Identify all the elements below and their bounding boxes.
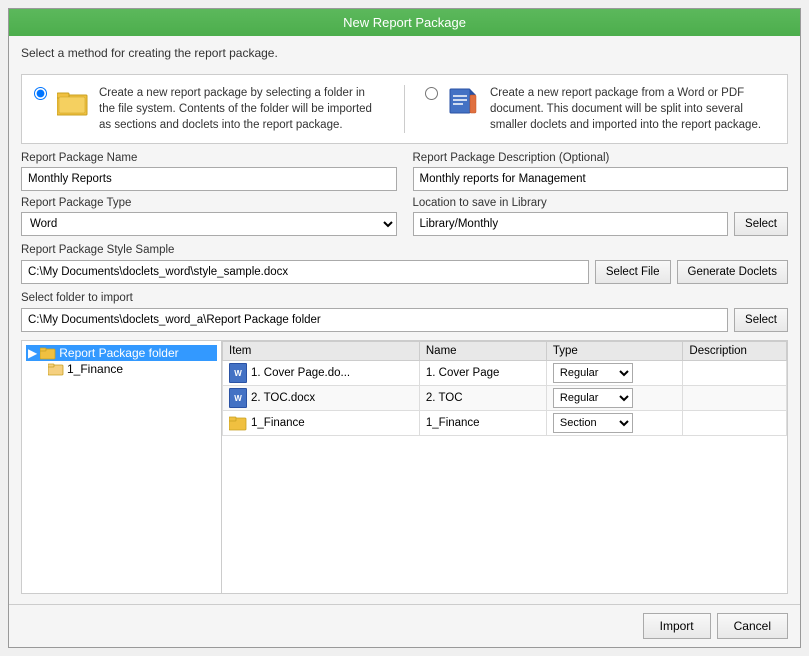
method-folder-text: Create a new report package by selecting… <box>99 85 384 133</box>
method-radio-doc[interactable] <box>425 87 438 100</box>
row2-desc <box>683 386 787 411</box>
name-field-row: Report Package Name <box>21 152 397 191</box>
form-section: Report Package Name Report Package Descr… <box>21 152 788 236</box>
import-button[interactable]: Import <box>643 613 711 639</box>
row2-type-select[interactable]: Regular Section <box>553 388 633 408</box>
desc-field-row: Report Package Description (Optional) <box>413 152 789 191</box>
method-radio-folder[interactable] <box>34 87 47 100</box>
tree-table-section: ▶ Report Package folder 1_Finance <box>21 340 788 594</box>
tree-child-folder-icon <box>48 362 64 376</box>
method-doc-text: Create a new report package from a Word … <box>490 85 775 133</box>
row1-name: 1. Cover Page <box>419 361 546 386</box>
dialog-content: Select a method for creating the report … <box>9 36 800 604</box>
tree-item-finance[interactable]: 1_Finance <box>46 361 217 377</box>
cancel-button[interactable]: Cancel <box>717 613 788 639</box>
items-table: Item Name Type Description W 1. Cover Pa… <box>222 341 787 436</box>
row1-item: W 1. Cover Page.do... <box>223 361 420 386</box>
word-doc-icon2: W <box>229 388 247 408</box>
col-type: Type <box>546 342 683 361</box>
row3-item: 1_Finance <box>223 411 420 436</box>
style-input[interactable] <box>21 260 589 284</box>
type-field-row: Report Package Type Word PDF <box>21 197 397 236</box>
row1-type-select[interactable]: Regular Section <box>553 363 633 383</box>
method-label: Select a method for creating the report … <box>21 46 788 60</box>
row2-item: W 2. TOC.docx <box>223 386 420 411</box>
location-label: Location to save in Library <box>413 197 789 209</box>
tree-child-label: 1_Finance <box>67 362 123 376</box>
location-inline: Select <box>413 212 789 236</box>
row2-name: 2. TOC <box>419 386 546 411</box>
row3-type: Regular Section <box>546 411 683 436</box>
method-divider <box>404 85 405 133</box>
method-option-doc: Create a new report package from a Word … <box>425 85 775 133</box>
folder-input[interactable] <box>21 308 728 332</box>
footer-bar: Import Cancel <box>9 604 800 647</box>
name-input[interactable] <box>21 167 397 191</box>
select-file-button[interactable]: Select File <box>595 260 671 284</box>
desc-label: Report Package Description (Optional) <box>413 152 789 164</box>
type-label: Report Package Type <box>21 197 397 209</box>
row3-name: 1_Finance <box>419 411 546 436</box>
style-label: Report Package Style Sample <box>21 244 788 256</box>
table-row: W 2. TOC.docx 2. TOC Regular Section <box>223 386 787 411</box>
folder-row-icon <box>229 415 247 431</box>
tree-folder-icon <box>40 346 56 360</box>
row3-desc <box>683 411 787 436</box>
location-input[interactable] <box>413 212 729 236</box>
word-doc-icon: W <box>229 363 247 383</box>
folder-label: Select folder to import <box>21 292 788 304</box>
type-select[interactable]: Word PDF <box>21 212 397 236</box>
row3-type-select[interactable]: Regular Section <box>553 413 633 433</box>
tree-root-label: Report Package folder <box>59 346 178 360</box>
dialog: New Report Package Select a method for c… <box>8 8 801 648</box>
table-row: 1_Finance 1_Finance Regular Section <box>223 411 787 436</box>
name-label: Report Package Name <box>21 152 397 164</box>
folder-icon <box>55 85 91 121</box>
table-row: W 1. Cover Page.do... 1. Cover Page Regu… <box>223 361 787 386</box>
location-field-row: Location to save in Library Select <box>413 197 789 236</box>
tree-expand-icon: ▶ <box>28 346 37 360</box>
tree-child-row: 1_Finance <box>26 361 217 377</box>
method-section: Create a new report package by selecting… <box>21 74 788 144</box>
table-pane: Item Name Type Description W 1. Cover Pa… <box>222 341 787 593</box>
tree-root[interactable]: ▶ Report Package folder <box>26 345 217 361</box>
tree-pane: ▶ Report Package folder 1_Finance <box>22 341 222 593</box>
style-section: Report Package Style Sample Select File … <box>21 244 788 284</box>
folder-section: Select folder to import Select <box>21 292 788 332</box>
desc-input[interactable] <box>413 167 789 191</box>
col-description: Description <box>683 342 787 361</box>
doc-icon <box>446 85 482 121</box>
folder-row: Select <box>21 308 788 332</box>
generate-doclets-button[interactable]: Generate Doclets <box>677 260 789 284</box>
dialog-title: New Report Package <box>9 9 800 36</box>
folder-select-button[interactable]: Select <box>734 308 788 332</box>
location-select-button[interactable]: Select <box>734 212 788 236</box>
col-item: Item <box>223 342 420 361</box>
method-option-folder: Create a new report package by selecting… <box>34 85 384 133</box>
style-row: Select File Generate Doclets <box>21 260 788 284</box>
row2-type: Regular Section <box>546 386 683 411</box>
col-name: Name <box>419 342 546 361</box>
row1-desc <box>683 361 787 386</box>
row1-type: Regular Section <box>546 361 683 386</box>
